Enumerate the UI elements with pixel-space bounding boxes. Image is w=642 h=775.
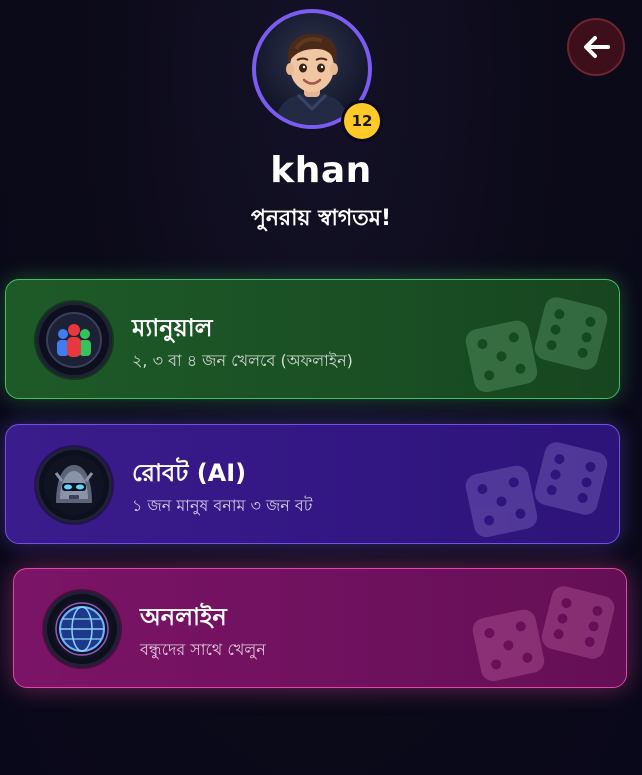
card-icon-wrap [36,447,112,523]
dice-icon [465,442,608,538]
dice-icon [472,586,615,682]
welcome-text: পুনরায় স্বাগতম! [250,206,392,231]
card-subtitle: বন্ধুদের সাথে খেলুন [140,640,266,659]
card-title: ম্যানুয়াল [132,314,213,342]
card-subtitle: ২, ৩ বা ৪ জন খেলবে (অফলাইন) [132,351,353,370]
card-icon-wrap [36,302,112,378]
card-icon-wrap [44,591,120,667]
card-subtitle: ১ জন মানুষ বনাম ৩ জন বট [132,496,313,515]
level-badge: 12 [344,103,380,139]
card-title: রোবট (AI) [132,459,247,487]
card-title: অনলাইন [140,603,227,631]
back-button[interactable] [567,18,625,76]
username: khan [270,150,372,191]
players-icon [46,312,102,368]
mode-card-manual[interactable]: ম্যানুয়াল ২, ৩ বা ৪ জন খেলবে (অফলাইন) [5,279,620,399]
robot-icon [44,455,104,515]
mode-card-robot[interactable]: রোবট (AI) ১ জন মানুষ বনাম ৩ জন বট [5,424,620,544]
arrow-left-icon [584,36,610,58]
globe-icon [52,599,112,659]
dice-icon [465,297,608,393]
mode-card-online[interactable]: অনলাইন বন্ধুদের সাথে খেলুন [13,568,627,688]
